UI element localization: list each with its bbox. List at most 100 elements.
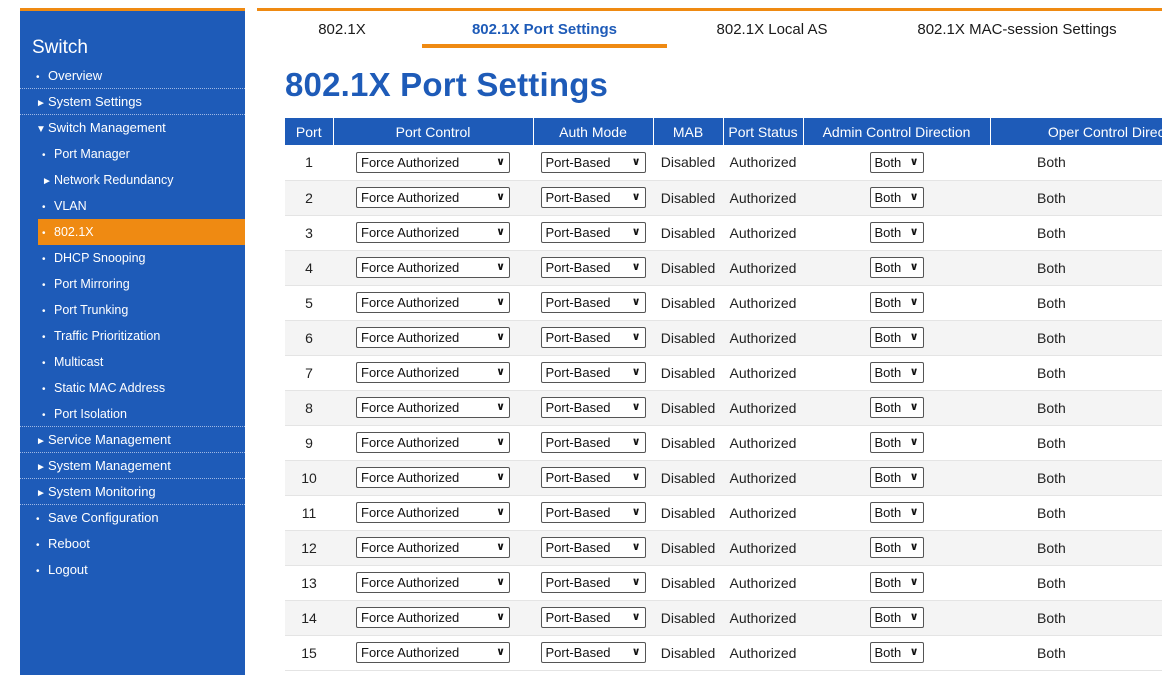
sidebar-item-service-management[interactable]: ► Service Management [20, 427, 245, 453]
tab-802-1x-local-as[interactable]: 802.1X Local AS [667, 11, 877, 48]
auth-mode-select[interactable]: Port-Based ∨ [540, 327, 646, 348]
auth-mode-select[interactable]: Port-Based ∨ [540, 151, 646, 173]
port-control-select[interactable]: Force Authorized ∨ [356, 537, 510, 558]
port-control-select[interactable]: Force Authorized ∨ [356, 502, 510, 523]
sidebar-item-reboot[interactable]: • Reboot [20, 531, 245, 557]
admin-direction-select[interactable]: Both ∨ [869, 327, 924, 348]
admin-direction-select[interactable]: Both ∨ [869, 151, 924, 173]
admin-direction-cell: Both ∨ [803, 565, 990, 601]
port-status-cell: Authorized [723, 355, 803, 391]
oper-direction-cell: Both [990, 495, 1162, 531]
sidebar-item-save-configuration[interactable]: • Save Configuration [20, 505, 245, 531]
oper-direction-cell: Both [990, 530, 1162, 566]
port-status-cell: Authorized [723, 320, 803, 356]
port-status-cell: Authorized [723, 145, 803, 181]
select-value: Both [874, 435, 902, 450]
port-control-cell: Force Authorized ∨ [333, 495, 533, 531]
sidebar-item-system-settings[interactable]: ► System Settings [20, 89, 245, 115]
tab-802-1x[interactable]: 802.1X [257, 11, 427, 48]
sidebar-item-system-monitoring[interactable]: ► System Monitoring [20, 479, 245, 505]
auth-mode-cell: Port-Based ∨ [533, 600, 653, 636]
sidebar-item-traffic-prioritization[interactable]: • Traffic Prioritization [20, 323, 245, 349]
chevron-down-icon: ∨ [496, 366, 505, 378]
sidebar-item-port-manager[interactable]: • Port Manager [20, 141, 245, 167]
sidebar-item-system-management[interactable]: ► System Management [20, 453, 245, 479]
select-value: Force Authorized [361, 435, 460, 450]
select-value: Both [874, 575, 902, 590]
auth-mode-select[interactable]: Port-Based ∨ [540, 292, 646, 313]
sidebar-item-port-trunking[interactable]: • Port Trunking [20, 297, 245, 323]
admin-direction-select[interactable]: Both ∨ [869, 502, 924, 523]
port-cell: 9 [285, 425, 333, 461]
auth-mode-select[interactable]: Port-Based ∨ [540, 467, 646, 488]
select-value: Both [874, 610, 902, 625]
sidebar-item-multicast[interactable]: • Multicast [20, 349, 245, 375]
port-control-select[interactable]: Force Authorized ∨ [356, 362, 510, 383]
port-control-select[interactable]: Force Authorized ∨ [356, 572, 510, 593]
port-control-select[interactable]: Force Authorized ∨ [356, 432, 510, 453]
select-value: Force Authorized [361, 575, 460, 590]
admin-direction-select[interactable]: Both ∨ [869, 292, 924, 313]
column-header: Oper Control Direction [990, 118, 1162, 145]
auth-mode-select[interactable]: Port-Based ∨ [540, 572, 646, 593]
caret-down-icon: ▼ [36, 124, 46, 135]
auth-mode-select[interactable]: Port-Based ∨ [540, 432, 646, 453]
sidebar-item-label: Port Manager [54, 147, 130, 161]
port-cell: 15 [285, 635, 333, 671]
admin-direction-select[interactable]: Both ∨ [869, 362, 924, 383]
admin-direction-select[interactable]: Both ∨ [869, 222, 924, 243]
admin-direction-select[interactable]: Both ∨ [869, 572, 924, 593]
mab-cell: Disabled [653, 180, 723, 216]
auth-mode-select[interactable]: Port-Based ∨ [540, 642, 646, 663]
sidebar-item-port-mirroring[interactable]: • Port Mirroring [20, 271, 245, 297]
admin-direction-select[interactable]: Both ∨ [869, 397, 924, 418]
select-value: Port-Based [545, 330, 611, 345]
admin-direction-select[interactable]: Both ∨ [869, 642, 924, 663]
bullet-icon: • [42, 254, 46, 265]
sidebar-item-static-mac-address[interactable]: • Static MAC Address [20, 375, 245, 401]
port-control-select[interactable]: Force Authorized ∨ [356, 257, 510, 278]
port-control-select[interactable]: Force Authorized ∨ [356, 397, 510, 418]
auth-mode-cell: Port-Based ∨ [533, 565, 653, 601]
table-row: 3 Force Authorized ∨ Port-Based ∨ Disabled Aut… [285, 215, 1162, 251]
auth-mode-select[interactable]: Port-Based ∨ [540, 537, 646, 558]
port-control-select[interactable]: Force Authorized ∨ [356, 467, 510, 488]
admin-direction-select[interactable]: Both ∨ [869, 607, 924, 628]
sidebar-item-logout[interactable]: • Logout [20, 557, 245, 583]
tab-802-1x-mac-session-settings[interactable]: 802.1X MAC-session Settings [877, 11, 1157, 48]
admin-direction-select[interactable]: Both ∨ [869, 187, 924, 208]
port-control-select[interactable]: Force Authorized ∨ [356, 222, 510, 243]
sidebar-item-network-redundancy[interactable]: ► Network Redundancy [20, 167, 245, 193]
chevron-down-icon: ∨ [909, 646, 919, 658]
sidebar-item-dhcp-snooping[interactable]: • DHCP Snooping [20, 245, 245, 271]
select-value: Port-Based [545, 435, 611, 450]
port-control-select[interactable]: Force Authorized ∨ [356, 151, 510, 173]
bullet-icon: • [42, 410, 46, 421]
auth-mode-select[interactable]: Port-Based ∨ [540, 502, 646, 523]
sidebar-item-label: Service Management [48, 432, 171, 447]
auth-mode-select[interactable]: Port-Based ∨ [540, 257, 646, 278]
sidebar-item-switch-management[interactable]: ▼ Switch Management [20, 115, 245, 141]
table-body: 1 Force Authorized ∨ Port-Based ∨ Disabled Aut… [285, 145, 1162, 671]
auth-mode-select[interactable]: Port-Based ∨ [540, 607, 646, 628]
port-control-select[interactable]: Force Authorized ∨ [356, 292, 510, 313]
admin-direction-select[interactable]: Both ∨ [869, 257, 924, 278]
auth-mode-select[interactable]: Port-Based ∨ [540, 397, 646, 418]
port-status-cell: Authorized [723, 530, 803, 566]
sidebar-item-802-1x[interactable]: • 802.1X [38, 219, 245, 245]
port-control-select[interactable]: Force Authorized ∨ [356, 327, 510, 348]
port-control-select[interactable]: Force Authorized ∨ [356, 642, 510, 663]
auth-mode-select[interactable]: Port-Based ∨ [540, 187, 646, 208]
sidebar-item-overview[interactable]: • Overview [20, 63, 245, 89]
port-control-select[interactable]: Force Authorized ∨ [356, 607, 510, 628]
admin-direction-select[interactable]: Both ∨ [869, 537, 924, 558]
admin-direction-select[interactable]: Both ∨ [869, 467, 924, 488]
admin-direction-select[interactable]: Both ∨ [869, 432, 924, 453]
auth-mode-select[interactable]: Port-Based ∨ [540, 222, 646, 243]
sidebar-item-vlan[interactable]: • VLAN [20, 193, 245, 219]
auth-mode-select[interactable]: Port-Based ∨ [540, 362, 646, 383]
port-control-select[interactable]: Force Authorized ∨ [356, 187, 510, 208]
tab-802-1x-port-settings[interactable]: 802.1X Port Settings [422, 11, 667, 48]
sidebar-item-port-isolation[interactable]: • Port Isolation [20, 401, 245, 427]
chevron-down-icon: ∨ [631, 366, 641, 378]
